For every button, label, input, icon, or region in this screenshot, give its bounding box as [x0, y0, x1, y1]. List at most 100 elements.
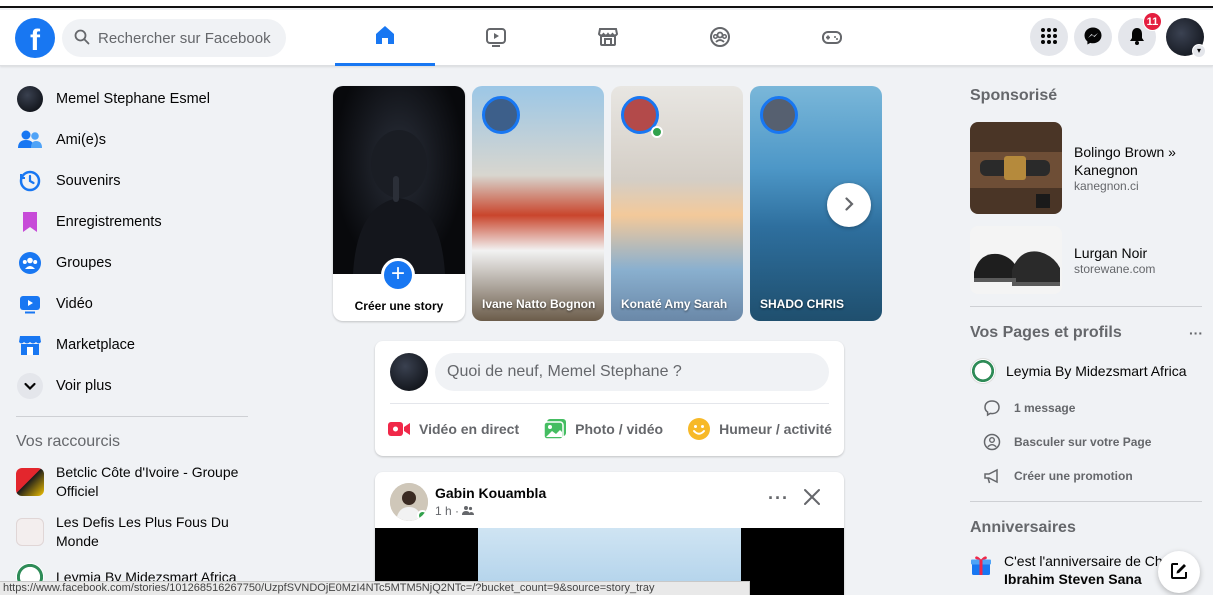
post-author-avatar[interactable]: [390, 483, 428, 521]
sidebar-item-label: Memel Stephane Esmel: [56, 90, 210, 107]
groups-icon: [16, 249, 44, 277]
page-item[interactable]: Leymia By Midezsmart Africa: [962, 351, 1207, 391]
nav-gaming[interactable]: [782, 10, 882, 66]
sidebar-item-label: Ami(e)s: [56, 131, 106, 148]
search-input[interactable]: Rechercher sur Facebook: [98, 30, 271, 47]
sidebar-item-label: Marketplace: [56, 336, 135, 353]
pages-section-header: Vos Pages et profils ···: [962, 315, 1207, 351]
sidebar-item-friends[interactable]: Ami(e)s: [8, 119, 258, 160]
switch-to-page-link[interactable]: Basculer sur votre Page: [962, 425, 1207, 459]
sidebar-item-marketplace[interactable]: Marketplace: [8, 324, 258, 365]
sidebar-item-see-more[interactable]: Voir plus: [8, 365, 258, 406]
sponsored-ad[interactable]: Bolingo Brown » Kanegnon kanegnon.ci: [962, 114, 1207, 222]
account-avatar[interactable]: ▾: [1166, 18, 1206, 58]
profile-avatar: [17, 85, 43, 112]
post-more-options-button[interactable]: ···: [768, 488, 789, 509]
compose-icon: [1170, 562, 1188, 583]
sidebar-item-video[interactable]: Vidéo: [8, 283, 258, 324]
sidebar-item-saved[interactable]: Enregistrements: [8, 201, 258, 242]
shortcut-label: Les Defis Les Plus Fous Du Monde: [56, 514, 229, 549]
stories-next-button[interactable]: [827, 183, 871, 227]
story-author: SHADO CHRIS: [760, 297, 845, 311]
page-messages-link[interactable]: 1 message: [962, 391, 1207, 425]
home-icon: [373, 23, 397, 50]
sidebar-item-label: Vidéo: [56, 295, 93, 312]
friends-audience-icon: [462, 504, 475, 518]
photo-icon: [543, 418, 567, 440]
composer-divider: [390, 403, 829, 404]
story-author: Konaté Amy Sarah: [621, 297, 728, 311]
close-icon: [804, 489, 820, 505]
shortcut-thumbnail: [16, 468, 44, 496]
ad-image: [970, 122, 1062, 214]
page-name: Leymia By Midezsmart Africa: [1006, 363, 1187, 379]
composer-avatar[interactable]: [390, 353, 428, 391]
smiley-icon: [687, 417, 711, 441]
messenger-button[interactable]: [1074, 18, 1112, 56]
gaming-icon: [820, 25, 844, 52]
notification-badge: 11: [1143, 12, 1162, 31]
post-composer: Quoi de neuf, Memel Stephane ? Vidéo en …: [375, 341, 844, 456]
search-icon: [74, 29, 90, 48]
story-card[interactable]: Konaté Amy Sarah: [611, 86, 743, 321]
composer-input[interactable]: Quoi de neuf, Memel Stephane ?: [435, 353, 829, 391]
pages-title: Vos Pages et profils: [970, 324, 1122, 341]
megaphone-icon: [982, 467, 1002, 485]
menu-button[interactable]: [1030, 18, 1068, 56]
live-video-label: Vidéo en direct: [419, 421, 520, 437]
post-timestamp: 1 h ·: [435, 504, 475, 518]
groups-icon: [708, 25, 732, 52]
gift-icon: [970, 554, 992, 588]
notifications-button[interactable]: 11: [1118, 12, 1162, 56]
nav-home[interactable]: [335, 10, 435, 66]
new-message-button[interactable]: [1158, 551, 1200, 593]
page-avatar: [970, 358, 996, 384]
sponsored-ad[interactable]: Lurgan Noir storewane.com: [962, 222, 1207, 298]
sidebar-item-label: Souvenirs: [56, 172, 121, 189]
sidebar-item-label: Voir plus: [56, 377, 112, 394]
browser-status-bar-url: https://www.facebook.com/stories/1012685…: [0, 581, 750, 595]
pages-more-options-button[interactable]: ···: [1189, 315, 1203, 351]
shortcut-item[interactable]: Les Defis Les Plus Fous Du Monde: [8, 507, 258, 557]
online-indicator: [417, 510, 428, 521]
nav-watch[interactable]: [446, 10, 546, 66]
sidebar-item-memories[interactable]: Souvenirs: [8, 160, 258, 201]
shortcut-item[interactable]: Betclic Côte d'Ivoire - Groupe Officiel: [8, 457, 258, 507]
nav-marketplace[interactable]: [558, 10, 658, 66]
marketplace-icon: [16, 331, 44, 359]
live-video-icon: [387, 419, 411, 439]
chevron-down-icon: ▾: [1192, 44, 1206, 58]
feed-post: Gabin Kouambla 1 h · ···: [375, 472, 844, 595]
sidebar-item-groups[interactable]: Groupes: [8, 242, 258, 283]
sponsored-title: Sponsorisé: [970, 87, 1058, 104]
grid-menu-icon: [1040, 27, 1058, 48]
create-story-label: Créer une story: [354, 299, 444, 313]
search-box[interactable]: Rechercher sur Facebook: [62, 19, 286, 57]
watch-icon: [484, 25, 508, 52]
ad-url: kanegnon.ci: [1074, 179, 1139, 193]
window-edge: [0, 0, 1213, 8]
left-sidebar: Memel Stephane Esmel Ami(e)s Souvenirs E…: [8, 78, 258, 595]
nav-groups[interactable]: [670, 10, 770, 66]
feeling-activity-label: Humeur / activité: [719, 421, 832, 437]
message-icon: [982, 399, 1002, 417]
photo-video-button[interactable]: Photo / vidéo: [543, 418, 663, 440]
right-sidebar: Sponsorisé Bolingo Brown » Kanegnon kane…: [962, 78, 1207, 588]
shortcut-label: Betclic Côte d'Ivoire - Groupe Officiel: [56, 464, 239, 499]
sidebar-divider: [970, 501, 1202, 502]
story-avatar: [482, 96, 520, 134]
post-close-button[interactable]: [803, 486, 821, 512]
post-author-name[interactable]: Gabin Kouambla: [435, 485, 546, 501]
shortcut-thumbnail: [16, 518, 44, 546]
feeling-activity-button[interactable]: Humeur / activité: [687, 417, 832, 441]
page-action-label: Créer une promotion: [1014, 469, 1133, 483]
live-video-button[interactable]: Vidéo en direct: [387, 419, 519, 439]
photo-video-label: Photo / vidéo: [575, 421, 664, 437]
create-story-card[interactable]: + Créer une story: [333, 86, 465, 321]
facebook-logo[interactable]: f: [15, 18, 55, 58]
create-promotion-link[interactable]: Créer une promotion: [962, 459, 1207, 493]
friends-icon: [16, 126, 44, 154]
ad-image: [970, 226, 1062, 294]
sidebar-item-profile[interactable]: Memel Stephane Esmel: [8, 78, 258, 119]
story-card[interactable]: Ivane Natto Bognon: [472, 86, 604, 321]
